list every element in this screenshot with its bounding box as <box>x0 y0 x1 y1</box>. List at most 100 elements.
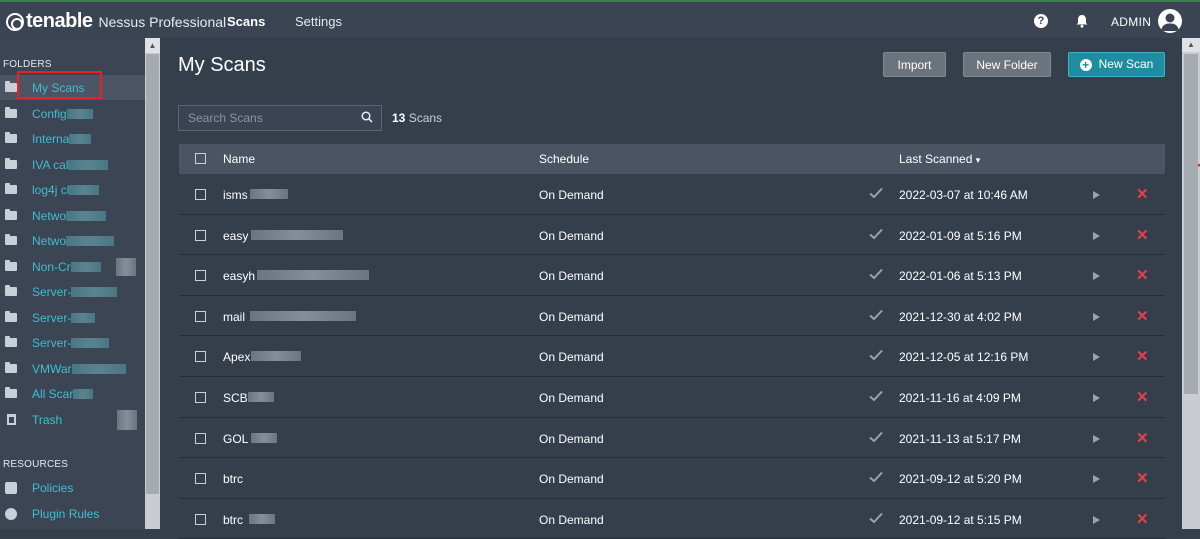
scan-last-scanned: 2021-11-16 at 4:09 PM <box>899 390 1021 405</box>
sidebar-item-folder[interactable]: Server- <box>0 279 145 304</box>
redacted-text <box>248 391 274 402</box>
launch-play-icon[interactable] <box>1093 434 1100 443</box>
select-all-checkbox[interactable] <box>195 153 206 164</box>
avatar-icon[interactable] <box>1158 9 1182 33</box>
table-row[interactable]: isms On Demand 2022-03-07 at 10:46 AM ✕ <box>179 174 1165 215</box>
row-checkbox[interactable] <box>195 391 206 403</box>
launch-play-icon[interactable] <box>1093 272 1100 281</box>
help-icon[interactable]: ? <box>1034 14 1048 28</box>
launch-play-icon[interactable] <box>1093 353 1100 362</box>
bell-icon[interactable] <box>1075 14 1089 28</box>
table-row[interactable]: SCB On Demand 2021-11-16 at 4:09 PM ✕ <box>179 376 1165 418</box>
sidebar-item-folder[interactable]: log4j cl <box>0 177 145 202</box>
sidebar-item-folder[interactable]: IVA cal <box>0 152 145 177</box>
delete-x-icon[interactable]: ✕ <box>1136 388 1149 406</box>
delete-x-icon[interactable]: ✕ <box>1136 185 1149 203</box>
folder-icon <box>5 183 17 194</box>
scans-table: Name Schedule Last Scanned ▾ isms On Dema… <box>179 144 1165 539</box>
table-row[interactable]: btrc On Demand 2021-09-12 at 5:15 PM ✕ <box>179 498 1165 539</box>
row-checkbox[interactable] <box>195 351 206 363</box>
scan-name[interactable]: btrc <box>223 513 243 527</box>
table-row[interactable]: GOL On Demand 2021-11-13 at 5:17 PM ✕ <box>179 417 1165 459</box>
scan-schedule: On Demand <box>539 188 604 202</box>
tenable-logo[interactable]: tenable Nessus Professional <box>6 10 226 33</box>
search-box[interactable] <box>178 105 382 131</box>
row-checkbox[interactable] <box>195 310 206 322</box>
scan-name[interactable]: isms <box>223 188 248 202</box>
row-checkbox[interactable] <box>195 473 206 485</box>
scrollbar-thumb[interactable] <box>146 54 159 494</box>
launch-play-icon[interactable] <box>1093 231 1100 240</box>
scroll-up-arrow-icon[interactable]: ▲ <box>145 38 160 53</box>
sidebar-item-trash[interactable]: Trash <box>0 407 145 432</box>
sidebar-item-label: All Scar <box>32 386 74 401</box>
sidebar-item-folder[interactable]: Server- <box>0 330 145 355</box>
delete-x-icon[interactable]: ✕ <box>1136 347 1149 365</box>
sidebar-item-folder[interactable]: VMWar <box>0 356 145 381</box>
user-name[interactable]: ADMIN <box>1111 15 1151 29</box>
sidebar-item-folder[interactable]: Server- <box>0 305 145 330</box>
search-icon[interactable] <box>361 111 373 123</box>
sidebar-item-folder[interactable]: Config <box>0 101 145 126</box>
launch-play-icon[interactable] <box>1093 191 1100 199</box>
sidebar-item-folder[interactable]: Non-Cr <box>0 254 145 279</box>
new-scan-button[interactable]: + New Scan <box>1068 52 1165 77</box>
nav-settings[interactable]: Settings <box>295 14 342 29</box>
column-header-last-scanned[interactable]: Last Scanned ▾ <box>899 152 980 166</box>
scroll-up-arrow-icon[interactable]: ▲ <box>1182 38 1200 52</box>
search-input[interactable] <box>179 106 349 130</box>
sidebar-item-folder[interactable]: Interna <box>0 126 145 151</box>
redacted-text <box>73 388 94 399</box>
sidebar-item-policies[interactable]: Policies <box>0 475 145 500</box>
table-row[interactable]: easy On Demand 2022-01-09 at 5:16 PM ✕ <box>179 214 1165 256</box>
table-row[interactable]: easyh On Demand 2022-01-06 at 5:13 PM ✕ <box>179 255 1165 296</box>
scan-name[interactable]: mail <box>223 310 245 324</box>
folder-icon <box>5 132 17 143</box>
scan-name[interactable]: easy <box>223 229 248 243</box>
check-icon <box>869 350 883 361</box>
table-row[interactable]: Apex On Demand 2021-12-05 at 12:16 PM ✕ <box>179 336 1165 377</box>
launch-play-icon[interactable] <box>1093 515 1100 524</box>
folder-icon <box>5 362 17 373</box>
new-folder-button[interactable]: New Folder <box>963 52 1051 77</box>
row-checkbox[interactable] <box>195 270 206 282</box>
folder-icon <box>5 311 17 322</box>
row-checkbox[interactable] <box>195 229 206 241</box>
sidebar-item-plugin-rules[interactable]: Plugin Rules <box>0 501 145 526</box>
row-checkbox[interactable] <box>195 513 206 525</box>
launch-play-icon[interactable] <box>1093 475 1100 484</box>
column-header-schedule[interactable]: Schedule <box>539 152 589 166</box>
delete-x-icon[interactable]: ✕ <box>1136 469 1149 487</box>
delete-x-icon[interactable]: ✕ <box>1136 429 1149 447</box>
sidebar-item-folder[interactable]: Netwo <box>0 203 145 228</box>
nav-scans[interactable]: Scans <box>227 14 265 29</box>
scan-name[interactable]: easyh <box>223 269 255 283</box>
table-row[interactable]: mail On Demand 2021-12-30 at 4:02 PM ✕ <box>179 295 1165 337</box>
sidebar-item-all-scans[interactable]: All Scar <box>0 381 145 406</box>
delete-x-icon[interactable]: ✕ <box>1136 307 1149 325</box>
delete-x-icon[interactable]: ✕ <box>1136 226 1149 244</box>
sidebar-item-folder[interactable]: Netwo <box>0 228 145 253</box>
scan-name[interactable]: SCB <box>223 391 248 405</box>
delete-x-icon[interactable]: ✕ <box>1136 266 1149 284</box>
column-header-name[interactable]: Name <box>223 152 255 166</box>
sidebar-scrollbar[interactable]: ▲ <box>145 38 160 529</box>
table-header: Name Schedule Last Scanned ▾ <box>179 144 1165 174</box>
launch-play-icon[interactable] <box>1093 393 1100 402</box>
scrollbar-thumb[interactable] <box>1184 54 1198 394</box>
delete-x-icon[interactable]: ✕ <box>1136 510 1149 528</box>
scan-count-number: 13 <box>392 111 406 125</box>
scan-name[interactable]: btrc <box>223 472 243 486</box>
annotation-highlight-box <box>17 71 102 99</box>
scan-name[interactable]: GOL <box>223 432 248 446</box>
launch-play-icon[interactable] <box>1093 312 1100 321</box>
main-scrollbar[interactable]: ▲ <box>1182 38 1200 529</box>
table-row[interactable]: btrc On Demand 2021-09-12 at 5:20 PM ✕ <box>179 458 1165 499</box>
scan-last-scanned: 2022-01-06 at 5:13 PM <box>899 269 1022 284</box>
row-checkbox[interactable] <box>195 189 206 200</box>
import-button[interactable]: Import <box>883 52 946 77</box>
scan-name[interactable]: Apex <box>223 350 250 364</box>
row-checkbox[interactable] <box>195 432 206 444</box>
check-icon <box>869 269 883 280</box>
new-scan-label: New Scan <box>1098 57 1154 71</box>
